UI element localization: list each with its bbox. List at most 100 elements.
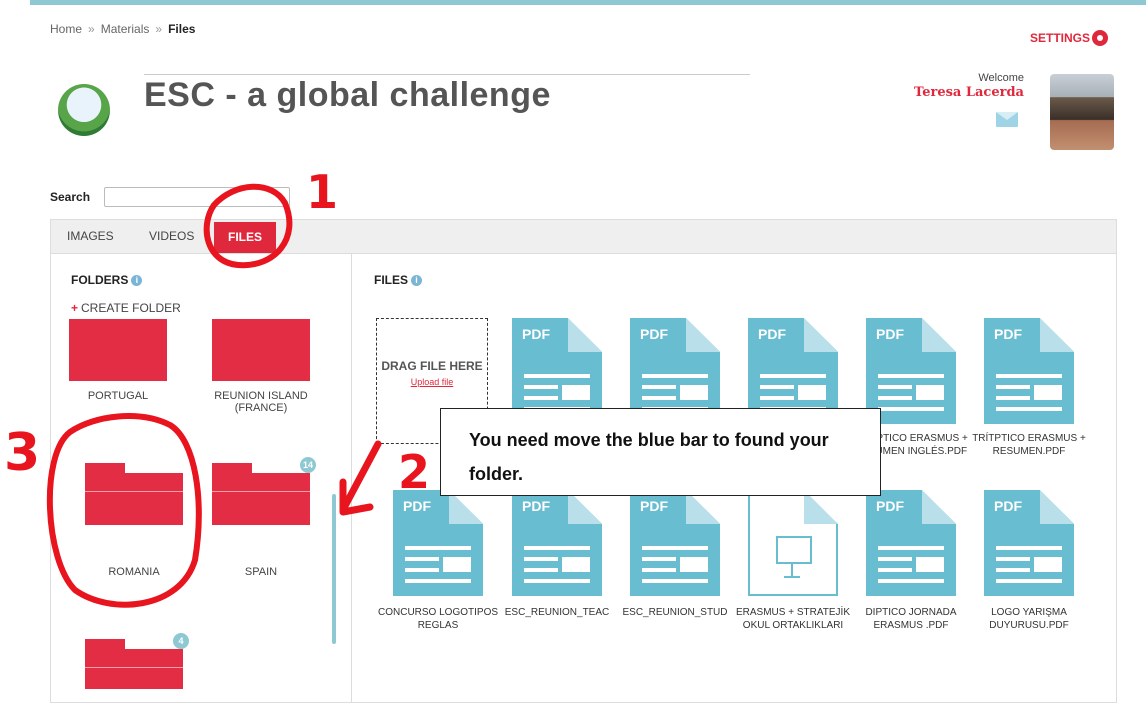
search-input[interactable]	[104, 187, 290, 207]
files-heading: FILES i	[374, 273, 423, 287]
file-item[interactable]: PDF	[984, 490, 1074, 596]
pdf-line	[760, 396, 794, 400]
pdf-block	[916, 385, 944, 400]
pdf-block	[562, 557, 590, 572]
file-name: DIPTICO JORNADA ERASMUS .PDF	[865, 607, 957, 631]
folder-label: PORTUGAL	[87, 390, 149, 402]
pdf-fold	[1040, 490, 1074, 524]
file-item[interactable]: PDF	[630, 490, 720, 596]
easel-base	[784, 576, 800, 578]
file-item[interactable]: PDF	[393, 490, 483, 596]
create-folder-button[interactable]: + CREATE FOLDER	[71, 301, 181, 315]
tab-images[interactable]: IMAGES	[67, 229, 114, 243]
pdf-line	[524, 579, 590, 583]
breadcrumb-home[interactable]: Home	[50, 22, 82, 36]
pdf-block	[798, 385, 826, 400]
plus-icon: +	[71, 301, 79, 315]
user-name[interactable]: Teresa Lacerda	[914, 85, 1024, 100]
pdf-label: PDF	[758, 326, 786, 342]
pdf-line	[996, 407, 1062, 411]
folders-scrollbar[interactable]	[332, 494, 336, 644]
pdf-line	[524, 374, 590, 378]
pdf-line	[642, 374, 708, 378]
pdf-line	[405, 557, 439, 561]
globe-logo-icon	[58, 84, 110, 136]
breadcrumb-current: Files	[168, 22, 196, 36]
folder-seam	[212, 491, 310, 492]
welcome-block: Welcome Teresa Lacerda	[914, 72, 1024, 100]
pdf-line	[996, 385, 1030, 389]
dropzone-title: DRAG FILE HERE	[381, 359, 483, 373]
folders-heading-label: FOLDERS	[71, 273, 129, 287]
file-item[interactable]	[748, 490, 838, 596]
pdf-label: PDF	[403, 498, 431, 514]
pdf-fold	[922, 490, 956, 524]
upload-file-link[interactable]: Upload file	[377, 377, 487, 387]
annotation-number-3: 3	[4, 423, 40, 483]
pdf-label: PDF	[876, 326, 904, 342]
pdf-line	[405, 568, 439, 572]
folder-spain[interactable]: 14	[212, 457, 316, 525]
folder-unnamed[interactable]: 4	[85, 633, 189, 689]
site-logo[interactable]	[48, 78, 122, 142]
envelope-icon[interactable]	[996, 112, 1018, 127]
pdf-line	[642, 396, 676, 400]
annotation-number-1: 1	[306, 165, 338, 219]
pdf-line	[878, 579, 944, 583]
pdf-line	[642, 385, 676, 389]
pdf-line	[878, 568, 912, 572]
pdf-line	[524, 396, 558, 400]
pdf-line	[524, 568, 558, 572]
search-label: Search	[50, 190, 91, 204]
pdf-line	[878, 396, 912, 400]
create-folder-label: CREATE FOLDER	[81, 301, 181, 315]
file-item[interactable]: PDF	[512, 490, 602, 596]
info-icon[interactable]: i	[131, 274, 143, 286]
file-item[interactable]: PDF	[984, 318, 1074, 424]
page-title: ESC - a global challenge	[144, 76, 551, 114]
file-name: ERASMUS + STRATEJİK OKUL ORTAKLIKLARI	[735, 607, 850, 631]
pdf-line	[996, 568, 1030, 572]
info-icon[interactable]: i	[411, 274, 423, 286]
pdf-block	[916, 557, 944, 572]
tab-bar: IMAGES VIDEOS FILES	[51, 220, 1116, 254]
pdf-label: PDF	[522, 326, 550, 342]
folder-romania[interactable]	[85, 463, 183, 525]
folder-reunion-island[interactable]	[212, 319, 310, 381]
tab-files[interactable]: FILES	[214, 222, 277, 253]
presentation-board-icon	[776, 536, 812, 564]
folder-label: ROMANIA	[108, 566, 160, 578]
breadcrumb-materials[interactable]: Materials	[101, 22, 150, 36]
file-name: CONCURSO LOGOTIPOS REGLAS	[378, 607, 498, 631]
pdf-line	[996, 557, 1030, 561]
pdf-line	[996, 546, 1062, 550]
file-item[interactable]: PDF	[866, 490, 956, 596]
pdf-block	[1034, 557, 1062, 572]
pdf-line	[642, 579, 708, 583]
folder-seam	[85, 667, 183, 668]
pdf-line	[405, 546, 471, 550]
folder-portugal[interactable]	[69, 319, 167, 381]
pdf-line	[996, 579, 1062, 583]
gear-icon	[1092, 30, 1109, 46]
pdf-line	[642, 568, 676, 572]
file-name: LOGO YARIŞMA DUYURUSU.PDF	[989, 607, 1069, 631]
folder-icon	[85, 473, 183, 525]
tab-videos[interactable]: VIDEOS	[149, 229, 194, 243]
pdf-line	[878, 385, 912, 389]
folders-heading: FOLDERS i	[71, 273, 143, 287]
pdf-block	[443, 557, 471, 572]
folder-label: REUNION ISLAND (FRANCE)	[214, 390, 308, 414]
folder-seam	[85, 491, 183, 492]
pdf-block	[562, 385, 590, 400]
avatar[interactable]	[1050, 74, 1114, 150]
folder-icon	[212, 473, 310, 525]
title-divider	[144, 74, 750, 75]
count-badge: 4	[173, 633, 189, 649]
pdf-label: PDF	[522, 498, 550, 514]
breadcrumb: Home» Materials» Files	[50, 22, 196, 36]
settings-button[interactable]: SETTINGS	[1030, 30, 1109, 46]
folder-label: SPAIN	[244, 566, 278, 578]
pdf-label: PDF	[640, 498, 668, 514]
pdf-line	[878, 557, 912, 561]
